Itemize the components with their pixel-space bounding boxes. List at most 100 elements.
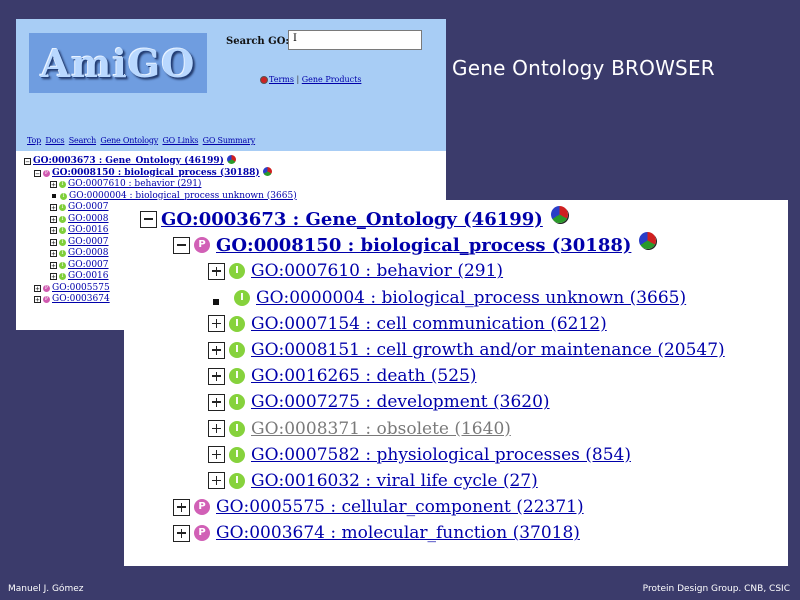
tree-link[interactable]: GO:0008150 : biological_process (30188) [52,168,260,180]
ontology-tree: GO:0003673 : Gene_Ontology (46199) P GO:… [140,205,725,546]
tree-row-death: I GO:0016265 : death (525) [140,363,725,389]
nav-link-gene-ontology[interactable]: Gene Ontology [100,136,158,145]
instance-icon: I [229,368,245,385]
amigo-logo[interactable]: AmiGO [29,33,207,93]
go-link-biological-process-unknown[interactable]: GO:0000004 : biological_process unknown … [256,288,686,308]
amigo-tree-zoom-window: GO:0003673 : Gene_Ontology (46199) P GO:… [124,200,788,566]
tree-link[interactable]: GO:0007 [68,202,109,214]
process-icon: P [43,169,50,177]
tree-link[interactable]: GO:0008 [68,248,109,260]
collapse-icon[interactable]: − [34,169,41,177]
go-link-viral-life-cycle[interactable]: GO:0016032 : viral life cycle (27) [251,471,538,491]
go-link-gene-ontology[interactable]: GO:0003673 : Gene_Ontology (46199) [161,209,543,230]
instance-icon: I [229,342,245,359]
expand-icon[interactable] [208,472,225,490]
collapse-icon[interactable]: − [24,158,31,166]
instance-icon: I [229,315,245,332]
expand-icon[interactable]: + [50,215,57,223]
top-navigation: Top Docs Search Gene Ontology GO Links G… [27,136,257,145]
graph-pie-icon[interactable] [262,166,272,176]
tree-row-biological-process-unknown: I GO:0000004 : biological_process unknow… [140,285,725,311]
instance-icon: I [59,204,66,212]
radio-terms-icon[interactable] [260,76,268,84]
footer-author: Manuel J. Gómez [8,584,84,594]
process-icon: P [43,284,50,292]
tree-link[interactable]: GO:0016 [68,225,109,237]
tree-link[interactable]: GO:0016 [68,271,109,283]
tree-row: − GO:0003673 : Gene_Ontology (46199) [24,155,297,168]
tree-row-cell-growth: I GO:0008151 : cell growth and/or mainte… [140,337,725,363]
expand-icon[interactable] [208,393,225,411]
expand-icon[interactable]: + [50,261,57,269]
expand-icon[interactable] [208,315,225,333]
process-icon: P [194,525,210,542]
expand-icon[interactable] [208,367,225,385]
tree-row-physiological-processes: I GO:0007582 : physiological processes (… [140,442,725,468]
go-link-biological-process[interactable]: GO:0008150 : biological_process (30188) [216,235,631,256]
search-option-gene-products[interactable]: Gene Products [302,75,362,84]
nav-link-go-links[interactable]: GO Links [162,136,198,145]
search-option-terms[interactable]: Terms [269,75,294,84]
graph-pie-icon[interactable] [550,205,568,223]
graph-pie-icon[interactable] [226,155,236,165]
go-link-cell-growth[interactable]: GO:0008151 : cell growth and/or maintena… [251,340,725,360]
expand-icon[interactable]: + [50,250,57,258]
expand-icon[interactable] [208,420,225,438]
tree-row-root: GO:0003673 : Gene_Ontology (46199) [140,205,725,232]
go-link-molecular-function[interactable]: GO:0003674 : molecular_function (37018) [216,523,580,543]
expand-icon[interactable]: + [50,227,57,235]
search-label: Search GO: [226,36,290,47]
nav-link-top[interactable]: Top [27,136,41,145]
instance-icon: I [59,181,66,189]
expand-icon[interactable] [173,498,190,516]
go-link-behavior[interactable]: GO:0007610 : behavior (291) [251,261,503,281]
instance-icon: I [59,273,66,281]
tree-row-molecular-function: P GO:0003674 : molecular_function (37018… [140,520,725,546]
instance-icon: I [229,446,245,463]
go-link-development[interactable]: GO:0007275 : development (3620) [251,392,550,412]
tree-row: + I GO:0007610 : behavior (291) [24,179,297,191]
tree-row-cellular-component: P GO:0005575 : cellular_component (22371… [140,494,725,520]
nav-link-docs[interactable]: Docs [45,136,64,145]
expand-icon[interactable]: + [50,273,57,281]
tree-link[interactable]: GO:0003674 [52,294,110,306]
expand-icon[interactable]: + [50,238,57,246]
expand-icon[interactable] [173,524,190,542]
expand-icon[interactable]: + [50,204,57,212]
tree-link[interactable]: GO:0007 [68,260,109,272]
instance-icon: I [60,192,67,200]
instance-icon: I [229,472,245,489]
go-link-death[interactable]: GO:0016265 : death (525) [251,366,476,386]
expand-icon[interactable]: + [34,296,41,304]
expand-icon[interactable]: + [50,181,57,189]
tree-row-biological-process: P GO:0008150 : biological_process (30188… [140,231,725,258]
expand-icon[interactable] [208,341,225,359]
search-input[interactable]: I [288,30,422,50]
nav-link-go-summary[interactable]: GO Summary [203,136,256,145]
collapse-icon[interactable] [173,236,190,254]
tree-link[interactable]: GO:0005575 [52,283,110,295]
tree-link[interactable]: GO:0003673 : Gene_Ontology (46199) [33,156,224,168]
instance-icon: I [229,263,245,280]
tree-row-behavior: I GO:0007610 : behavior (291) [140,258,725,284]
go-link-obsolete[interactable]: GO:0008371 : obsolete (1640) [251,419,511,439]
slide-title: Gene Ontology BROWSER [452,56,715,80]
tree-link[interactable]: GO:0008 [68,214,109,226]
collapse-icon[interactable] [140,210,157,228]
expand-icon[interactable]: + [34,284,41,292]
instance-icon: I [59,215,66,223]
nav-link-search[interactable]: Search [69,136,96,145]
process-icon: P [194,499,210,516]
go-link-cell-communication[interactable]: GO:0007154 : cell communication (6212) [251,314,607,334]
tree-row-obsolete: I GO:0008371 : obsolete (1640) [140,416,725,442]
tree-row-cell-communication: I GO:0007154 : cell communication (6212) [140,311,725,337]
instance-icon: I [59,238,66,246]
go-link-cellular-component[interactable]: GO:0005575 : cellular_component (22371) [216,497,584,517]
tree-link[interactable]: GO:0007610 : behavior (291) [68,179,201,191]
go-link-physiological-processes[interactable]: GO:0007582 : physiological processes (85… [251,445,631,465]
expand-icon[interactable] [208,446,225,464]
graph-pie-icon[interactable] [639,231,657,249]
tree-row-development: I GO:0007275 : development (3620) [140,389,725,415]
expand-icon[interactable] [208,262,225,280]
tree-link[interactable]: GO:0007 [68,237,109,249]
